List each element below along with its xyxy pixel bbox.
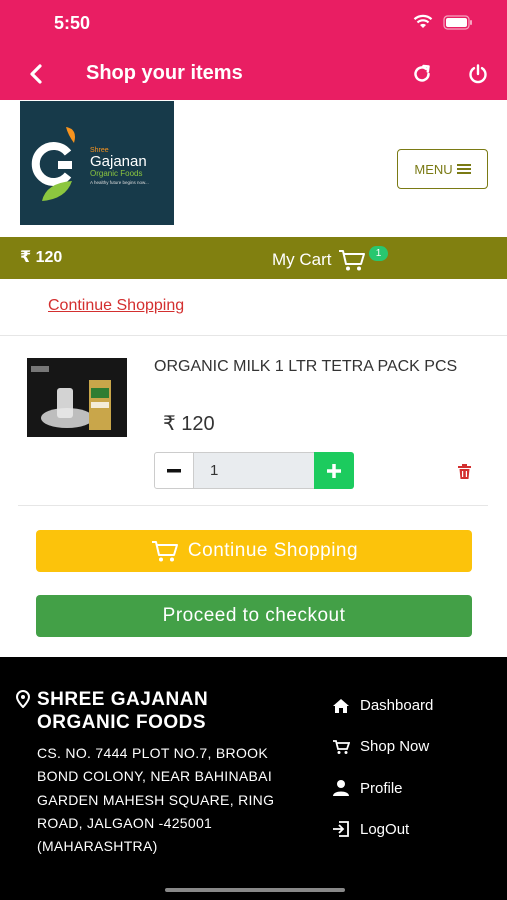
logo-name: Gajanan (90, 153, 147, 170)
logout-power-button[interactable] (464, 60, 492, 88)
cart-total: ₹ 120 (20, 249, 63, 266)
product-image (27, 358, 127, 437)
continue-shopping-button[interactable]: Continue Shopping (36, 530, 472, 572)
chevron-left-icon (30, 64, 42, 84)
footer-link-label: Dashboard (360, 697, 434, 714)
plus-icon (327, 463, 341, 478)
logo-sub: Organic Foods (90, 169, 143, 178)
footer-link-label: Profile (360, 779, 403, 797)
company-name: SHREE GAJANAN ORGANIC FOODS (37, 689, 209, 733)
location-pin-icon (16, 690, 30, 708)
product-name: ORGANIC MILK 1 LTR TETRA PACK PCS (154, 358, 458, 375)
decrease-quantity-button[interactable] (154, 452, 194, 489)
remove-item-button[interactable] (456, 462, 472, 480)
wifi-icon (413, 14, 433, 28)
my-cart-label: My Cart (272, 250, 332, 269)
divider (0, 335, 507, 336)
status-bar: 5:50 (0, 0, 507, 48)
status-icons (413, 14, 473, 30)
divider (18, 505, 488, 506)
footer-link-label: LogOut (360, 820, 410, 838)
increase-quantity-button[interactable] (314, 452, 354, 489)
minus-icon (167, 468, 181, 472)
footer-link-dashboard[interactable]: Dashboard (332, 697, 433, 714)
footer-link-label: Shop Now (360, 738, 430, 755)
back-button[interactable] (22, 60, 50, 88)
footer: SHREE GAJANAN ORGANIC FOODS CS. NO. 7444… (0, 657, 507, 900)
user-icon (333, 780, 349, 796)
hamburger-icon (456, 164, 471, 174)
brand-logo[interactable]: Shree Gajanan Organic Foods A healthy fu… (20, 101, 174, 225)
proceed-to-checkout-button[interactable]: Proceed to checkout (36, 595, 472, 637)
menu-label: MENU (414, 161, 453, 177)
cart-icon (151, 541, 178, 562)
logo-tagline: A healthy future begins now... (90, 180, 149, 185)
refresh-icon (414, 64, 430, 82)
footer-link-logout[interactable]: LogOut (332, 820, 409, 838)
continue-shopping-label: Continue Shopping (187, 540, 359, 561)
quantity-input[interactable]: 1 (194, 452, 314, 489)
trash-icon (457, 463, 471, 479)
logo-text: Shree Gajanan Organic Foods A healthy fu… (90, 147, 149, 185)
footer-link-shop-now[interactable]: Shop Now (332, 738, 429, 755)
product-price: ₹ 120 (163, 413, 215, 435)
status-time: 5:50 (54, 13, 91, 33)
milk-product-icon (27, 358, 127, 437)
company-address: CS. NO. 7444 PLOT NO.7, BROOK BOND COLON… (37, 745, 275, 855)
cart-icon (338, 250, 365, 271)
cart-count-badge: 1 (369, 246, 388, 261)
home-icon (333, 698, 349, 713)
cart-icon (333, 739, 350, 754)
home-indicator[interactable] (165, 888, 345, 892)
battery-icon (443, 14, 472, 30)
page-title: Shop your items (86, 62, 243, 84)
checkout-label: Proceed to checkout (162, 605, 346, 626)
app-bar: Shop your items (0, 48, 507, 100)
logout-icon (333, 821, 349, 837)
footer-link-profile[interactable]: Profile (332, 779, 403, 797)
my-cart-button[interactable]: My Cart (272, 248, 366, 272)
continue-shopping-link[interactable]: Continue Shopping (48, 297, 184, 315)
cart-bar: ₹ 120 My Cart (0, 237, 507, 279)
refresh-button[interactable] (408, 60, 436, 88)
logo-mark-icon (31, 127, 75, 201)
power-icon (469, 64, 487, 84)
menu-button[interactable]: MENU (397, 149, 488, 189)
